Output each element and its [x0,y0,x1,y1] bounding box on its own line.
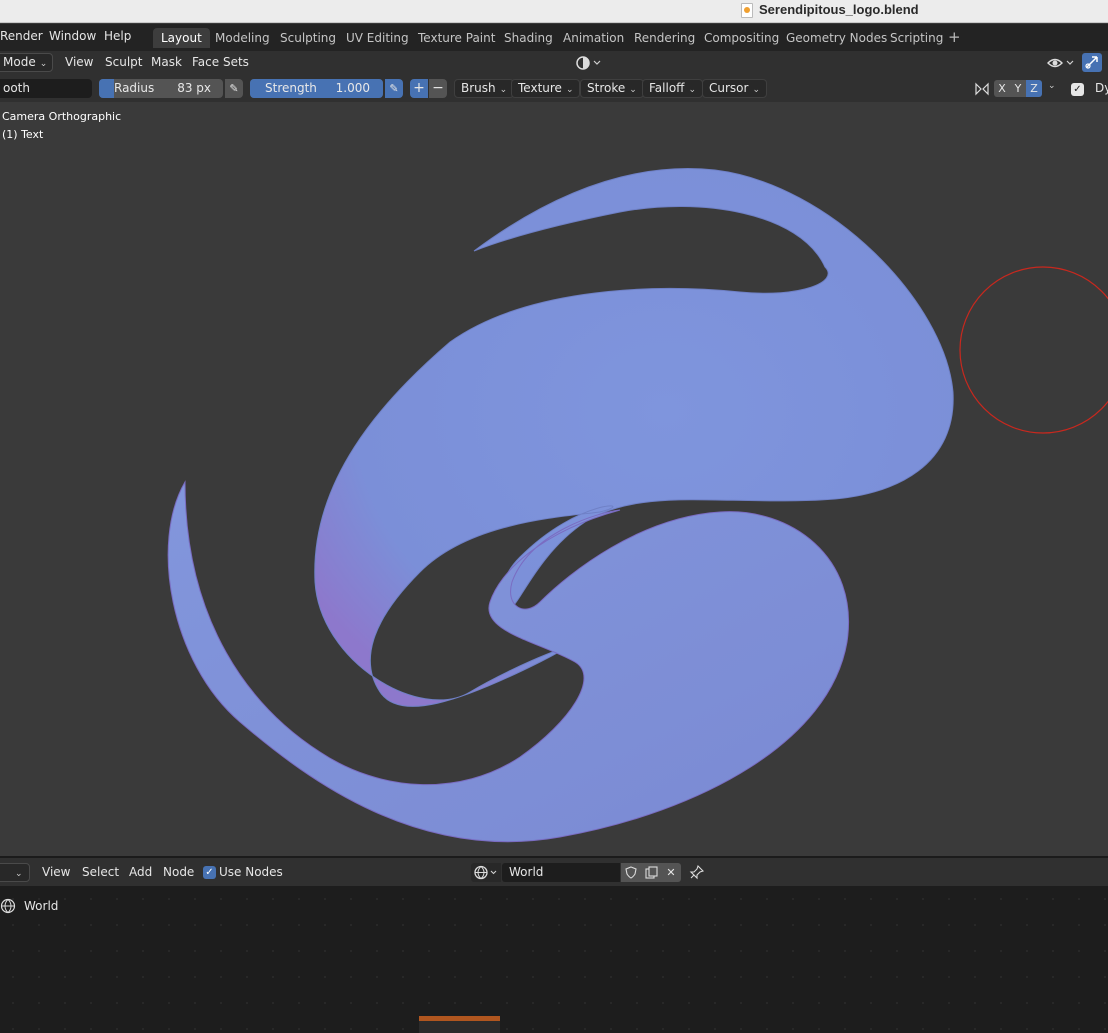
add-mode-button[interactable]: + [410,79,428,98]
chevron-down-icon: ⌄ [629,85,637,95]
strength-pressure-icon[interactable]: ✎ [385,79,403,98]
brush-name-field[interactable]: ooth [0,79,92,98]
brush-cursor-circle [959,266,1108,434]
menu-add[interactable]: Add [129,865,152,880]
use-nodes-label: Use Nodes [219,865,283,879]
stroke-dropdown-label: Stroke [587,81,626,95]
tab-compositing[interactable]: Compositing [696,28,787,48]
visibility-icon[interactable] [1046,54,1076,75]
falloff-dropdown-label: Falloff [649,81,685,95]
chevron-down-icon: ⌄ [499,85,508,95]
dyntopo-label: Dy [1095,81,1108,95]
duplicate-icon[interactable] [641,863,661,882]
menu-window[interactable]: Window [49,29,96,44]
menu-select[interactable]: Select [82,865,119,880]
gizmo-icon[interactable] [1082,53,1102,72]
tab-shading[interactable]: Shading [496,28,561,48]
document-icon [741,3,753,18]
symmetry-z-toggle[interactable]: Z [1026,80,1042,97]
world-icon[interactable] [471,863,501,882]
radius-slider[interactable]: Radius 83 px [99,79,223,98]
radius-value: 83 px [177,81,211,95]
tab-scripting[interactable]: Scripting [882,28,951,48]
sculpted-logo-mesh [167,168,1108,843]
top-bar: Render Window Help Layout Modeling Sculp… [0,24,1108,51]
strength-value: 1.000 [335,81,370,95]
view-name-label: Camera Orthographic [2,110,122,123]
tab-sculpting[interactable]: Sculpting [272,28,344,48]
brush-dropdown[interactable]: Brush ⌄ [454,79,515,98]
menu-mask[interactable]: Mask [151,55,182,70]
tab-texture-paint[interactable]: Texture Paint [410,28,503,48]
viewport-header: Mode ⌄ View Sculpt Mask Face Sets [0,51,1108,75]
tab-layout[interactable]: Layout [153,28,210,48]
falloff-dropdown[interactable]: Falloff ⌄ [642,79,703,98]
subtract-mode-button[interactable]: − [429,79,447,98]
viewport-shading-icon[interactable] [575,54,603,75]
tool-settings-bar: ooth Radius 83 px ✎ Strength 1.000 ✎ + −… [0,75,1108,102]
fake-user-shield-icon[interactable] [621,863,641,882]
symmetry-y-toggle[interactable]: Y [1010,80,1026,97]
texture-dropdown[interactable]: Texture ⌄ [511,79,581,98]
cursor-dropdown[interactable]: Cursor ⌄ [702,79,767,98]
radius-label: Radius [114,81,155,95]
symmetry-icon [974,81,990,100]
tab-geometry-nodes[interactable]: Geometry Nodes [778,28,895,48]
chevron-down-icon[interactable]: ⌄ [1048,81,1056,91]
stroke-dropdown[interactable]: Stroke ⌄ [580,79,644,98]
lower-swirl-shape [167,480,849,843]
tab-modeling[interactable]: Modeling [207,28,278,48]
world-name-field[interactable]: World [502,863,620,882]
add-workspace-button[interactable]: + [948,28,961,46]
menu-render[interactable]: Render [0,29,43,44]
texture-dropdown-label: Texture [518,81,562,95]
menu-face-sets[interactable]: Face Sets [192,55,249,70]
close-icon[interactable]: ✕ [661,863,681,882]
chevron-down-icon: ⌄ [15,869,23,879]
tab-animation[interactable]: Animation [555,28,632,48]
node-header-bar [419,1016,500,1021]
cursor-dropdown-label: Cursor [709,81,749,95]
menu-view[interactable]: View [42,865,70,880]
node-editor-canvas[interactable]: World [0,886,1108,1033]
mode-label: Mode [3,55,36,69]
window-titlebar: Serendipitous_logo.blend [0,0,1108,23]
chevron-down-icon: ⌄ [39,59,48,69]
window-title: Serendipitous_logo.blend [759,2,919,17]
chevron-down-icon: ⌄ [688,85,696,95]
dyntopo-checkbox[interactable]: ✓ [1071,83,1084,96]
editor-type-selector[interactable]: ⌄ [0,863,30,882]
pen-pressure-icon[interactable]: ✎ [225,79,243,98]
chevron-down-icon: ⌄ [752,85,760,95]
pin-icon[interactable] [689,864,705,883]
breadcrumb: World [24,899,59,913]
use-nodes-checkbox[interactable]: ✓ [203,866,216,879]
world-icon [0,898,16,917]
3d-viewport[interactable]: Camera Orthographic (1) Text [0,102,1108,856]
mode-selector[interactable]: Mode ⌄ [0,53,53,72]
menu-help[interactable]: Help [104,29,131,44]
menu-sculpt[interactable]: Sculpt [105,55,142,70]
node-editor-header: ⌄ View Select Add Node ✓ Use Nodes World… [0,858,1108,886]
strength-label: Strength [265,81,317,95]
tab-rendering[interactable]: Rendering [626,28,703,48]
strength-slider[interactable]: Strength 1.000 [250,79,383,98]
menu-view[interactable]: View [65,55,93,70]
tab-uv-editing[interactable]: UV Editing [338,28,417,48]
object-label: (1) Text [2,128,44,141]
menu-node[interactable]: Node [163,865,194,880]
brush-dropdown-label: Brush [461,81,496,95]
radius-fill [99,79,114,98]
chevron-down-icon: ⌄ [565,85,574,95]
symmetry-x-toggle[interactable]: X [994,80,1010,97]
node-thumbnail[interactable] [419,1016,500,1033]
